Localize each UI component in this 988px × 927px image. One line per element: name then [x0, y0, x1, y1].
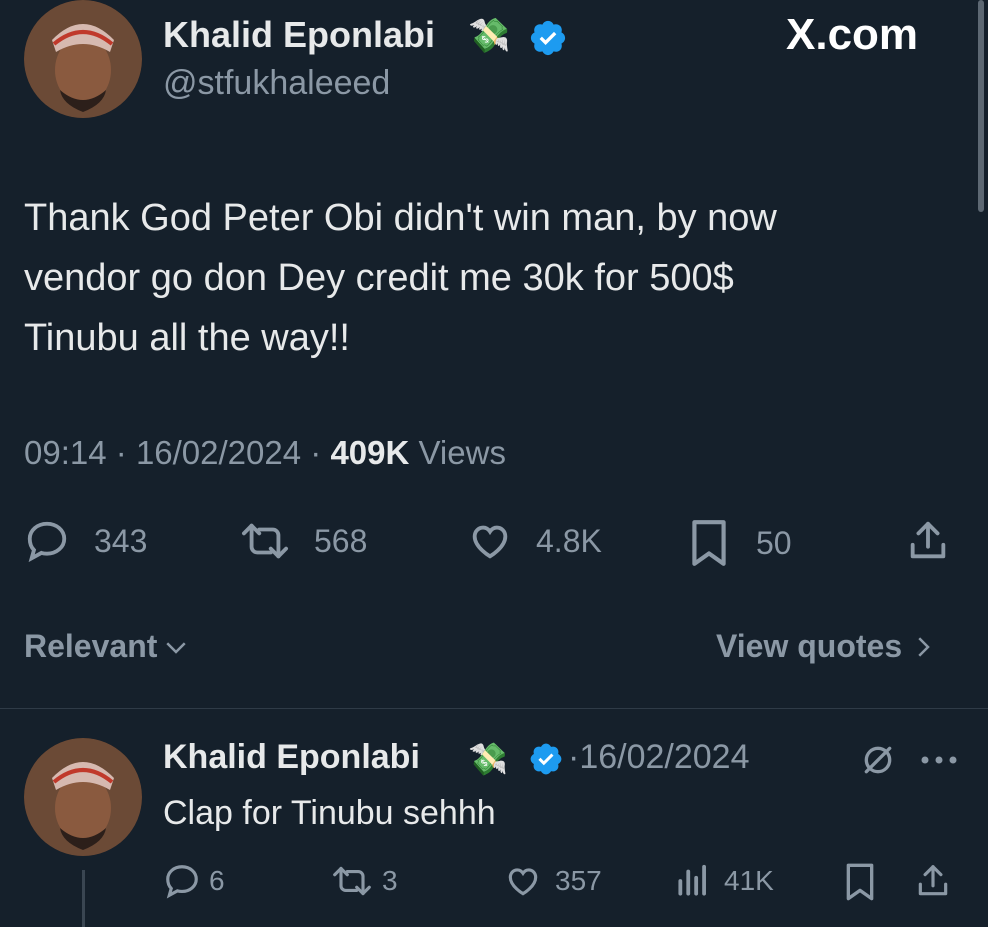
more-button[interactable] — [918, 742, 960, 778]
money-badge-icon: 💸 — [468, 17, 511, 55]
view-quotes-label: View quotes — [716, 628, 903, 664]
reply-date[interactable]: 16/02/2024 — [579, 738, 749, 776]
bookmark-icon — [692, 520, 726, 566]
bookmark-count: 50 — [756, 524, 792, 561]
share-icon — [918, 865, 948, 896]
reply-button[interactable]: 343 — [24, 518, 147, 564]
tweet-time[interactable]: 09:14 — [24, 434, 107, 471]
views-count[interactable]: 409K — [330, 434, 409, 471]
reply-text: Clap for Tinubu sehhh — [163, 794, 496, 832]
reply-count: 343 — [94, 522, 148, 559]
reply-author-avatar[interactable] — [24, 738, 142, 856]
tweet-text: Thank God Peter Obi didn't win man, by n… — [24, 188, 964, 368]
reply-author-name[interactable]: Khalid Eponlabi — [163, 738, 420, 777]
divider — [0, 708, 988, 709]
verified-badge-icon — [528, 18, 568, 63]
money-badge-icon: 💸 — [468, 741, 508, 777]
reply-meta: ·16/02/2024 — [568, 738, 750, 777]
separator: · — [310, 434, 322, 471]
reply-reply-button[interactable]: 6 — [163, 862, 225, 900]
author-handle[interactable]: @stfukhaleeed — [163, 64, 390, 103]
like-count: 4.8K — [536, 522, 602, 559]
repost-button[interactable]: 568 — [238, 518, 367, 564]
chevron-right-icon — [918, 636, 930, 657]
like-icon — [472, 525, 508, 559]
reply-reply-count: 6 — [209, 865, 225, 896]
separator: · — [115, 434, 127, 471]
bookmark-icon — [846, 863, 874, 901]
reply-views-button[interactable]: 41K — [674, 862, 774, 900]
reply-repost-count: 3 — [382, 865, 398, 896]
more-icon — [921, 756, 957, 764]
tweet-text-line: vendor go don Dey credit me 30k for 500$ — [24, 257, 734, 299]
like-button[interactable]: 4.8K — [466, 518, 602, 564]
thread-line — [82, 870, 85, 927]
repost-icon — [242, 523, 288, 559]
author-name[interactable]: Khalid Eponlabi — [163, 14, 435, 56]
repost-icon — [333, 866, 371, 896]
reply-icon — [27, 521, 67, 563]
grok-icon — [864, 746, 892, 774]
like-icon — [508, 868, 538, 896]
tweet-meta: 09:14 · 16/02/2024 · 409K Views — [24, 434, 506, 472]
avatar-image — [24, 738, 142, 856]
sort-dropdown[interactable]: Relevant — [24, 628, 191, 665]
tweet-text-line: Tinubu all the way!! — [24, 317, 350, 359]
reply-bookmark-button[interactable] — [842, 862, 878, 902]
reply-like-count: 357 — [555, 865, 602, 896]
avatar-image — [24, 0, 142, 118]
scrollbar[interactable] — [978, 0, 984, 212]
reply-like-button[interactable]: 357 — [503, 862, 602, 900]
verified-badge-icon — [528, 741, 564, 782]
share-icon — [910, 521, 946, 559]
views-label: Views — [418, 434, 506, 471]
views-icon — [678, 864, 706, 896]
reply-share-button[interactable] — [914, 862, 952, 900]
tweet-text-line: Thank God Peter Obi didn't win man, by n… — [24, 197, 777, 239]
reply-views-count: 41K — [724, 865, 774, 896]
share-button[interactable] — [905, 518, 951, 564]
grok-button[interactable] — [858, 740, 898, 780]
reply-icon — [166, 865, 198, 899]
repost-count: 568 — [314, 522, 368, 559]
view-quotes-link[interactable]: View quotes — [716, 628, 938, 665]
separator: · — [568, 738, 580, 776]
reply-repost-button[interactable]: 3 — [330, 862, 398, 900]
sort-label: Relevant — [24, 628, 158, 664]
chevron-down-icon — [166, 641, 187, 654]
bookmark-button[interactable]: 50 — [688, 518, 792, 568]
author-avatar[interactable] — [24, 0, 142, 118]
tweet-date[interactable]: 16/02/2024 — [136, 434, 301, 471]
watermark: X.com — [786, 10, 919, 59]
